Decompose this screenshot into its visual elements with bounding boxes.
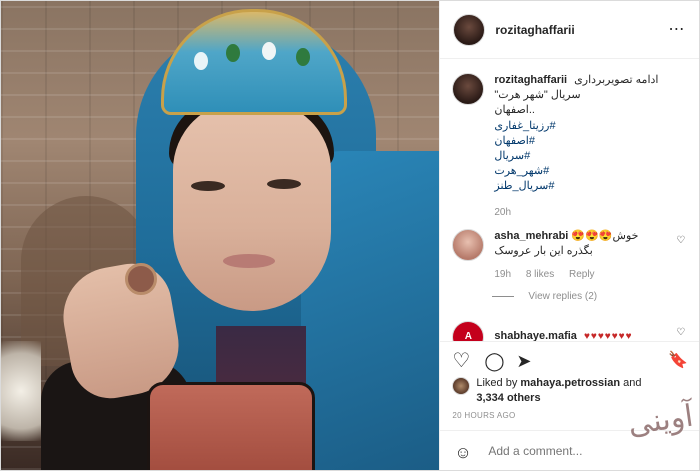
more-options-icon[interactable]: ⋯ xyxy=(668,19,685,39)
comment-likes[interactable]: 8 likes xyxy=(526,269,554,280)
hat-gem xyxy=(262,42,276,60)
comments-list[interactable]: rozitaghaffarii ادامه تصویربرداری سریال … xyxy=(440,59,699,341)
view-replies-button[interactable]: View replies (2) xyxy=(492,291,597,302)
add-comment-input[interactable] xyxy=(486,443,641,459)
comment-time[interactable]: 19h xyxy=(494,269,511,280)
comment-like-heart-icon[interactable]: ♡ xyxy=(676,235,685,246)
hat-gem xyxy=(194,52,208,70)
caption-line: ..اصفهان xyxy=(494,104,535,117)
ring xyxy=(125,263,157,295)
right-eye xyxy=(267,179,301,189)
commenter-username[interactable]: asha_mehrabi xyxy=(494,230,568,242)
comment-text: ♥♥♥♥♥♥♥ xyxy=(583,331,633,341)
face xyxy=(173,101,331,311)
comment: A shabhaye.mafia ♥♥♥♥♥♥♥ ♡ xyxy=(452,321,687,341)
likes-prefix: Liked by xyxy=(476,377,521,389)
author-avatar[interactable] xyxy=(453,13,486,46)
likes-summary: Liked by mahaya.petrossian and 3,334 oth… xyxy=(452,376,666,406)
phone-in-mirror xyxy=(147,382,315,470)
reply-button[interactable]: Reply xyxy=(569,269,595,280)
post-timestamp[interactable]: 20 HOURS AGO xyxy=(452,411,515,420)
caption-username[interactable]: rozitaghaffarii xyxy=(494,74,567,86)
caption-avatar[interactable] xyxy=(452,73,485,105)
hashtag-link[interactable]: #شهر_هرت xyxy=(494,164,694,179)
comment-like-heart-icon[interactable]: ♡ xyxy=(676,327,685,338)
hashtag-link[interactable]: #سریال xyxy=(494,149,694,164)
save-bookmark-icon[interactable]: 🔖 xyxy=(668,351,688,371)
commenter-avatar[interactable] xyxy=(452,229,485,261)
liker-username[interactable]: mahaya.petrossian xyxy=(520,377,620,389)
author-username[interactable]: rozitaghaffarii xyxy=(495,23,574,37)
share-paper-plane-icon[interactable]: ➤ xyxy=(516,351,531,371)
hashtag-link[interactable]: #سریال_طنز xyxy=(494,179,694,194)
likes-and: and xyxy=(620,377,642,389)
hat-gem xyxy=(226,44,240,62)
comment: asha_mehrabi خوش😍😍😍 بگذره این بار عروسک … xyxy=(452,229,687,282)
comment-text: خوش😍😍😍 xyxy=(571,230,639,242)
caption-line: ادامه تصویربرداری xyxy=(574,74,659,86)
instagram-post: rozitaghaffarii ⋯ rozitaghaffarii ادامه … xyxy=(0,0,700,471)
lips xyxy=(223,254,275,268)
post-header: rozitaghaffarii ⋯ xyxy=(440,1,700,59)
emoji-icon[interactable]: ☺ xyxy=(454,443,471,463)
commenter-avatar[interactable]: A xyxy=(452,321,485,341)
caption-time[interactable]: 20h xyxy=(494,205,694,220)
caption-line: سریال "شهر هرت" xyxy=(494,89,581,102)
view-replies-label: View replies (2) xyxy=(528,291,598,302)
post-photo[interactable] xyxy=(1,1,440,470)
comment-text: بگذره این بار عروسک xyxy=(494,245,593,257)
post-side-panel: rozitaghaffarii ⋯ rozitaghaffarii ادامه … xyxy=(439,1,700,470)
hashtag-link[interactable]: #رزیتا_غفاری xyxy=(494,119,694,134)
hat-gem xyxy=(296,48,310,66)
comment-bubble-icon[interactable]: ◯ xyxy=(484,351,504,371)
hashtag-link[interactable]: #اصفهان xyxy=(494,134,694,149)
replies-line xyxy=(492,296,515,297)
left-eye xyxy=(191,181,225,191)
caption: rozitaghaffarii ادامه تصویربرداری سریال … xyxy=(452,73,694,220)
commenter-username[interactable]: shabhaye.mafia xyxy=(494,330,577,341)
likes-others-link[interactable]: 3,334 others xyxy=(476,392,540,404)
like-heart-icon[interactable]: ♡ xyxy=(452,351,470,371)
lamp-light xyxy=(1,341,41,441)
liker-avatar[interactable] xyxy=(452,377,471,395)
